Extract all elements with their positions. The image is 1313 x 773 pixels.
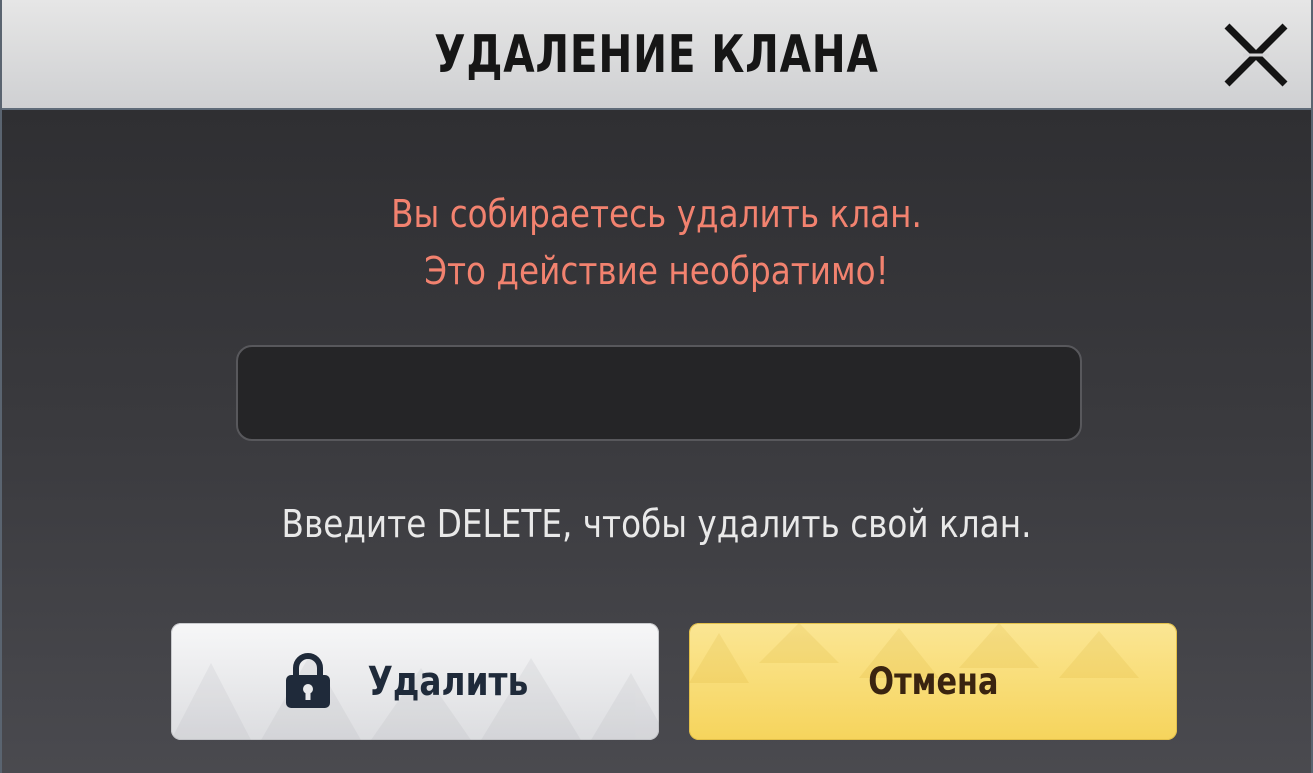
warning-line-1: Вы собираетесь удалить клан. <box>391 192 922 236</box>
close-button[interactable] <box>1221 20 1291 90</box>
cancel-button-label: Отмена <box>867 660 999 703</box>
warning-line-2: Это действие необратимо! <box>424 249 889 293</box>
delete-button[interactable]: Удалить <box>171 623 659 740</box>
dialog-title: УДАЛЕНИЕ КЛАНА <box>434 25 879 85</box>
lock-icon <box>286 652 331 708</box>
dialog-header: УДАЛЕНИЕ КЛАНА <box>2 0 1311 110</box>
delete-clan-dialog: УДАЛЕНИЕ КЛАНА Вы собираетесь удалить кл… <box>0 0 1313 773</box>
warning-message: Вы собираетесь удалить клан. Это действи… <box>94 186 1220 300</box>
confirm-hint: Введите DELETE, чтобы удалить свой клан. <box>281 502 1032 546</box>
close-icon <box>1224 23 1288 87</box>
confirm-delete-input[interactable] <box>236 345 1082 441</box>
cancel-button[interactable]: Отмена <box>689 623 1177 740</box>
delete-button-label: Удалить <box>367 658 529 705</box>
